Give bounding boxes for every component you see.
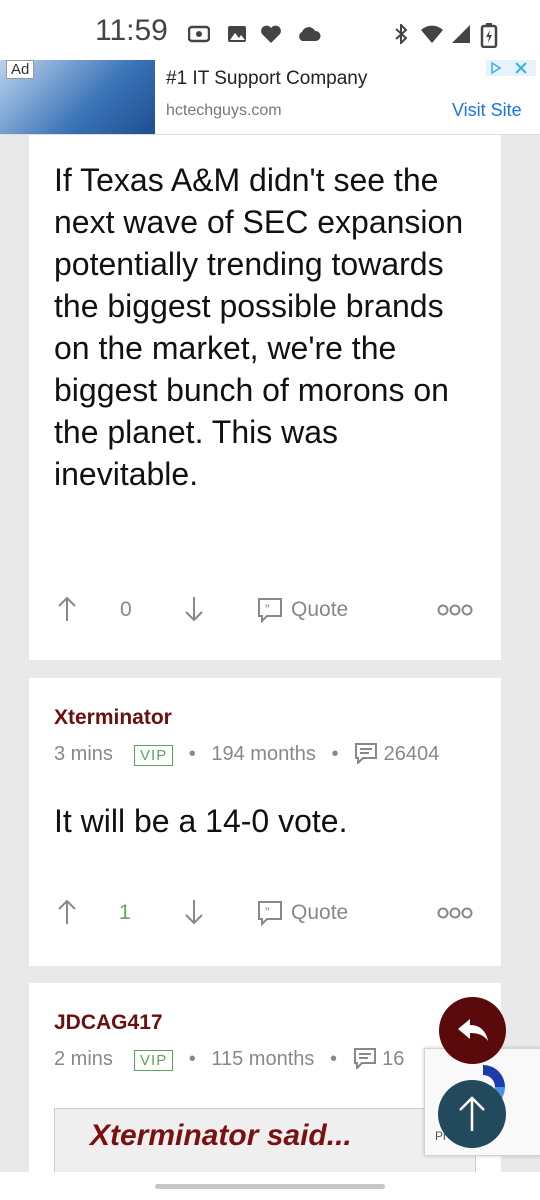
- post-time: 2 mins: [54, 1048, 113, 1070]
- quote-button[interactable]: Quote: [291, 598, 348, 622]
- ad-url[interactable]: hctechguys.com: [166, 102, 282, 120]
- post-actions: 0 ” Quote: [29, 595, 501, 635]
- more-options-icon[interactable]: [437, 603, 473, 617]
- arrow-up-icon: [459, 1096, 485, 1131]
- quote-icon[interactable]: ”: [257, 900, 283, 926]
- post-card: Xterminator 3 mins VIP • 194 months • 26…: [29, 678, 501, 966]
- post-username[interactable]: Xterminator: [54, 706, 172, 730]
- member-months: 194 months: [211, 743, 316, 765]
- ad-title[interactable]: #1 IT Support Company: [166, 68, 367, 90]
- reply-arrow-icon: [458, 1019, 488, 1041]
- bluetooth-icon: [395, 24, 408, 44]
- reply-button[interactable]: [439, 997, 506, 1064]
- post-body: It will be a 14-0 vote.: [54, 803, 348, 839]
- home-gesture-handle[interactable]: [155, 1184, 385, 1189]
- quoted-post: Xterminator said...: [54, 1108, 476, 1172]
- quote-author: Xterminator said...: [90, 1119, 352, 1152]
- heart-icon: [261, 25, 281, 43]
- upvote-arrow-icon[interactable]: [57, 898, 77, 926]
- comments-icon: [355, 743, 378, 766]
- cloud-icon: [299, 27, 321, 41]
- ad-visit-site-link[interactable]: Visit Site: [452, 100, 522, 121]
- comments-icon: [353, 1048, 376, 1071]
- downvote-arrow-icon[interactable]: [184, 898, 204, 926]
- post-meta: 3 mins VIP • 194 months • 26404: [54, 743, 440, 766]
- battery-icon: [480, 23, 498, 48]
- downvote-arrow-icon[interactable]: [184, 595, 204, 623]
- ad-banner[interactable]: Ad #1 IT Support Company hctechguys.com …: [0, 60, 540, 135]
- cell-signal-icon: [452, 25, 470, 43]
- post-username[interactable]: JDCAG417: [54, 1011, 163, 1035]
- post-meta: 2 mins VIP • 115 months • 16: [54, 1048, 405, 1071]
- vip-badge: VIP: [134, 745, 174, 766]
- svg-text:”: ”: [265, 904, 270, 920]
- quote-button[interactable]: Quote: [291, 901, 348, 925]
- post-body: If Texas A&M didn't see the next wave of…: [54, 162, 464, 492]
- wifi-icon: [421, 25, 443, 43]
- navigation-bar: [0, 1172, 540, 1200]
- post-count: 26404: [383, 743, 440, 765]
- status-bar: 11:59: [0, 0, 540, 60]
- ad-choices-icon[interactable]: [486, 60, 536, 76]
- scroll-to-top-button[interactable]: [438, 1080, 506, 1148]
- more-options-icon[interactable]: [437, 906, 473, 920]
- screen-record-icon: [188, 25, 210, 43]
- quote-icon[interactable]: ”: [257, 597, 283, 623]
- ad-badge: Ad: [6, 60, 35, 79]
- vip-badge: VIP: [134, 1050, 174, 1071]
- post-actions: 1 ” Quote: [29, 898, 501, 938]
- upvote-arrow-icon[interactable]: [57, 595, 77, 623]
- image-icon: [228, 26, 246, 42]
- vote-count: 1: [119, 901, 131, 924]
- vote-count: 0: [120, 598, 132, 621]
- post-card: If Texas A&M didn't see the next wave of…: [29, 135, 501, 660]
- member-months: 115 months: [211, 1048, 315, 1070]
- post-count: 16: [382, 1048, 405, 1070]
- post-time: 3 mins: [54, 743, 113, 765]
- svg-text:”: ”: [265, 601, 270, 617]
- status-time: 11:59: [95, 14, 168, 47]
